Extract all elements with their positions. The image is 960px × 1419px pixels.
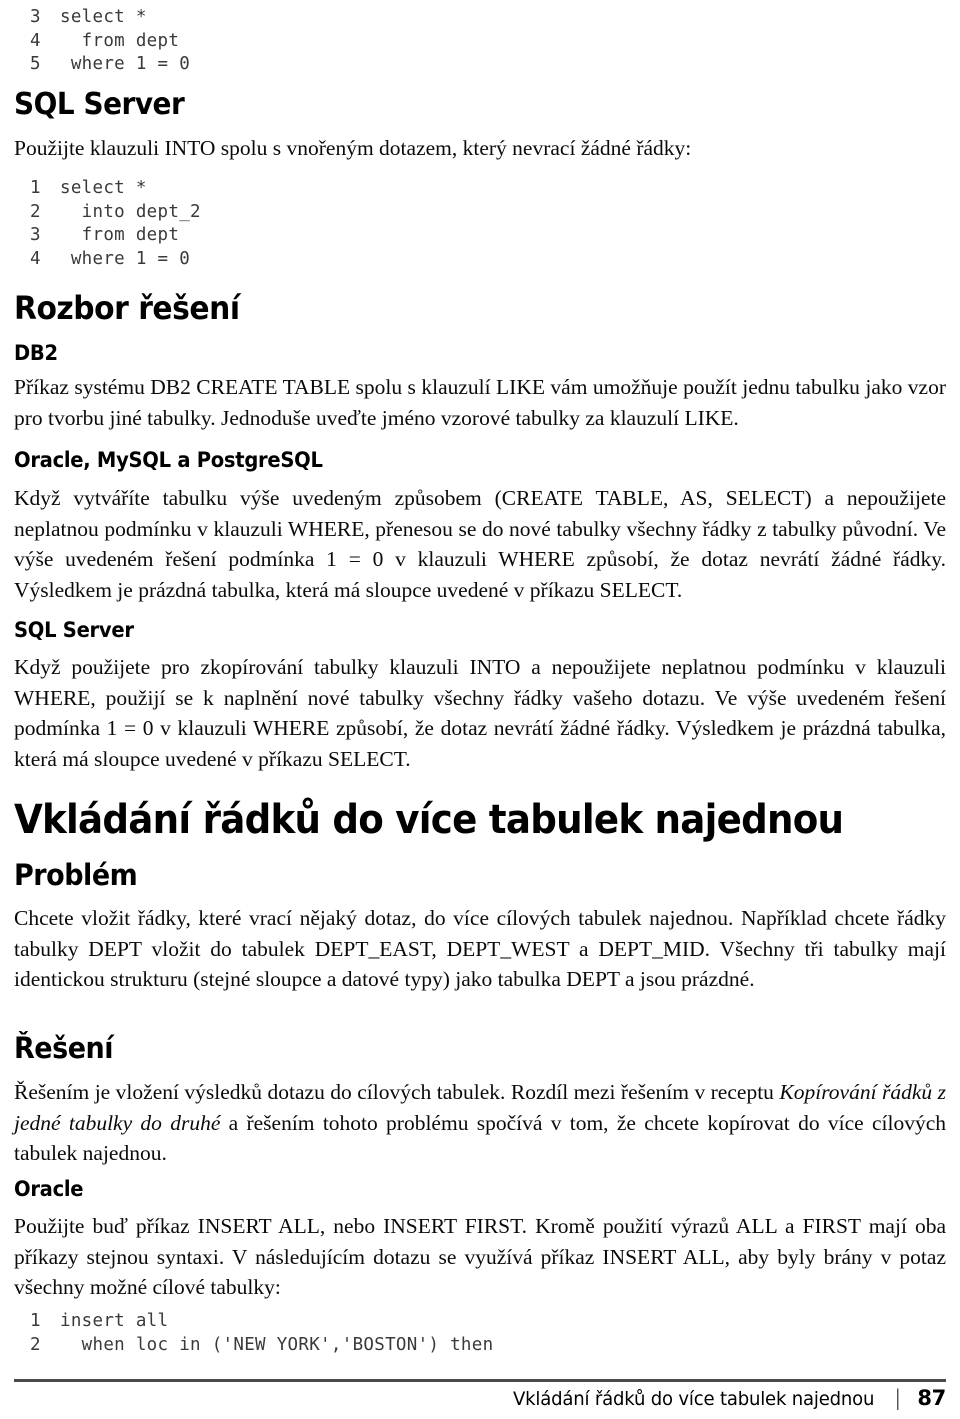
heading-sql-server-2: SQL Server: [14, 618, 134, 642]
code-line-number: 1: [30, 178, 41, 198]
page-footer: Vkládání řádků do více tabulek najednou …: [494, 1386, 946, 1410]
footer-divider: [14, 1379, 946, 1382]
code-line-text: from dept: [60, 225, 180, 245]
code-line: 1 select *: [14, 177, 946, 201]
code-block-top: 3 select * 4 from dept 5 where 1 = 0: [14, 6, 946, 77]
heading-rozbor-reseni: Rozbor řešení: [14, 289, 240, 327]
code-block-sqlserver: 1 select * 2 into dept_2 3 from dept 4 wh…: [14, 177, 946, 271]
code-line-text: where 1 = 0: [60, 54, 191, 74]
code-line-text: select *: [60, 7, 147, 27]
heading-oracle: Oracle: [14, 1177, 84, 1201]
paragraph-oracle: Použijte buď příkaz INSERT ALL, nebo INS…: [14, 1214, 946, 1299]
paragraph-db2: Příkaz systému DB2 CREATE TABLE spolu s …: [14, 375, 946, 430]
code-block-oracle: 1 insert all 2 when loc in ('NEW YORK','B…: [14, 1310, 946, 1357]
code-line-number: 3: [30, 225, 41, 245]
code-line-text: insert all: [60, 1311, 169, 1331]
code-line: 3 from dept: [14, 224, 946, 248]
heading-db2: DB2: [14, 341, 58, 365]
code-line-text: from dept: [60, 30, 180, 51]
reseni-text-part1: Řešením je vložení výsledků dotazu do cí…: [14, 1080, 780, 1104]
code-line-text: select *: [60, 178, 147, 198]
footer-section-title: Vkládání řádků do více tabulek najednou: [513, 1388, 875, 1410]
code-line-text: when loc in ('NEW YORK','BOSTON') then: [60, 1334, 494, 1355]
code-line: 5 where 1 = 0: [14, 53, 946, 77]
heading-reseni: Řešení: [14, 1031, 114, 1065]
heading-problem: Problém: [14, 858, 138, 892]
code-line-text: into dept_2: [60, 201, 201, 222]
code-line: 1 insert all: [14, 1310, 946, 1334]
code-line-number: 2: [30, 1334, 41, 1355]
footer-separator: |: [894, 1386, 902, 1410]
book-page: 3 select * 4 from dept 5 where 1 = 0 SQL …: [0, 0, 960, 1419]
paragraph-sqlserver-body: Když použijete pro zkopírování tabulky k…: [14, 655, 946, 771]
code-line-text: where 1 = 0: [60, 248, 191, 269]
code-line-number: 3: [30, 7, 41, 27]
code-line-number: 4: [30, 248, 41, 269]
page-number: 87: [917, 1386, 946, 1410]
code-line: 2 into dept_2: [14, 201, 946, 225]
heading-sql-server-1: SQL Server: [14, 87, 185, 122]
paragraph-reseni: Řešením je vložení výsledků dotazu do cí…: [14, 1077, 946, 1169]
code-line-number: 2: [30, 201, 41, 222]
paragraph-oracle-mysql-postgresql: Když vytváříte tabulku výše uvedeným způ…: [14, 486, 946, 602]
paragraph-problem: Chcete vložit řádky, které vrací nějaký …: [14, 906, 946, 991]
code-line-number: 4: [30, 30, 41, 51]
heading-section-vkladani-radku: Vkládání řádků do více tabulek najednou: [14, 797, 844, 843]
heading-oracle-mysql-postgresql: Oracle, MySQL a PostgreSQL: [14, 448, 323, 472]
code-line-number: 5: [30, 54, 41, 74]
code-line: 4 where 1 = 0: [14, 248, 946, 272]
code-line: 3 select *: [14, 6, 946, 30]
code-line-number: 1: [30, 1311, 41, 1331]
paragraph-sqlserver-intro: Použijte klauzuli INTO spolu s vnořeným …: [14, 136, 692, 160]
code-line: 2 when loc in ('NEW YORK','BOSTON') then: [14, 1334, 946, 1358]
code-line: 4 from dept: [14, 30, 946, 54]
